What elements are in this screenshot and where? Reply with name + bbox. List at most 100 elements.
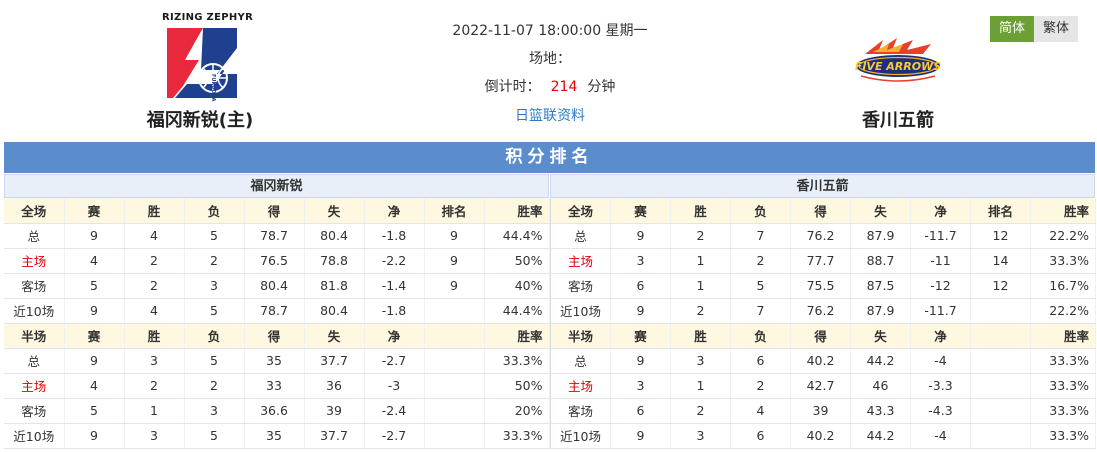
- table-cell: 5: [184, 223, 245, 249]
- home-logo-wordmark: RIZING ZEPHYR: [162, 12, 254, 23]
- table-cell: 39: [790, 398, 851, 424]
- row-label: 近10场: [4, 298, 65, 324]
- table-cell: [970, 423, 1031, 449]
- table-cell: 9: [64, 223, 125, 249]
- away-standings-table: 全场赛胜负得失净排名 胜率总 9 2 7 76.2 87.9 -11.7 12 22.2% 主场 3 1…: [550, 198, 1096, 449]
- column-header: 胜: [670, 323, 731, 349]
- table-cell: -4: [910, 423, 971, 449]
- column-header: 全场: [4, 198, 65, 224]
- table-cell: 3: [610, 373, 671, 399]
- column-header: 得: [244, 198, 305, 224]
- table-cell: 78.8: [304, 248, 365, 274]
- home-half-header-row: 半场赛胜负得失净 胜率: [4, 323, 550, 349]
- table-cell: 80.4: [304, 223, 365, 249]
- table-cell: 75.5: [790, 273, 851, 299]
- countdown-label: 倒计时：: [484, 79, 541, 95]
- column-header: 半场: [4, 323, 65, 349]
- table-cell: -3: [364, 373, 425, 399]
- league-info-link[interactable]: 日篮联资料: [400, 105, 700, 125]
- table-cell: 2: [670, 223, 731, 249]
- column-header: 得: [790, 198, 851, 224]
- match-venue: 场地：: [529, 51, 571, 67]
- table-cell: 33.3%: [484, 348, 550, 374]
- home-team-name[interactable]: 福冈新锐(主): [100, 106, 300, 132]
- table-cell: 37.7: [304, 348, 365, 374]
- table-row: 近10场 9 3 5 35 37.7 -2.7 33.3%: [4, 423, 550, 449]
- table-cell: [424, 423, 485, 449]
- table-cell: 77.7: [790, 248, 851, 274]
- table-cell: 22.2%: [1030, 223, 1096, 249]
- table-cell: 5: [64, 398, 125, 424]
- table-row: 客场 6 1 5 75.5 87.5 -12 12 16.7%: [550, 273, 1096, 299]
- table-cell: 87.9: [850, 298, 911, 324]
- lang-simplified-button[interactable]: 简体: [990, 16, 1034, 42]
- table-cell: -3.3: [910, 373, 971, 399]
- column-header: 负: [730, 198, 791, 224]
- table-cell: 9: [64, 423, 125, 449]
- table-cell: 16.7%: [1030, 273, 1096, 299]
- countdown-unit: 分钟: [587, 79, 616, 95]
- table-cell: 9: [610, 298, 671, 324]
- table-cell: 1: [670, 373, 731, 399]
- table-row: 总 9 3 5 35 37.7 -2.7 33.3%: [4, 348, 550, 374]
- row-label: 近10场: [550, 298, 611, 324]
- table-cell: 2: [184, 248, 245, 274]
- table-cell: 5: [730, 273, 791, 299]
- away-full-header-row: 全场赛胜负得失净排名 胜率: [550, 198, 1096, 224]
- away-team-name[interactable]: 香川五箭: [798, 106, 998, 132]
- table-cell: 2: [184, 373, 245, 399]
- row-label: 客场: [4, 273, 65, 299]
- table-cell: -1.8: [364, 223, 425, 249]
- row-label: 主场: [4, 248, 65, 274]
- row-label: 近10场: [4, 423, 65, 449]
- table-cell: 9: [424, 248, 485, 274]
- table-cell: 44.4%: [484, 298, 550, 324]
- row-label: 主场: [550, 373, 611, 399]
- table-cell: 81.8: [304, 273, 365, 299]
- table-cell: 7: [730, 223, 791, 249]
- table-row: 主场 3 1 2 42.7 46 -3.3 33.3%: [550, 373, 1096, 399]
- table-cell: 12: [970, 273, 1031, 299]
- table-cell: 78.7: [244, 223, 305, 249]
- table-cell: 50%: [484, 248, 550, 274]
- table-cell: 50%: [484, 373, 550, 399]
- table-cell: 9: [610, 423, 671, 449]
- table-row: 客场 5 1 3 36.6 39 -2.4 20%: [4, 398, 550, 424]
- table-row: 总 9 3 6 40.2 44.2 -4 33.3%: [550, 348, 1096, 374]
- row-label: 总: [550, 223, 611, 249]
- column-header: 赛: [610, 323, 671, 349]
- column-header: [424, 323, 485, 349]
- column-header: 胜: [124, 198, 185, 224]
- row-label: 总: [4, 348, 65, 374]
- table-cell: 4: [124, 298, 185, 324]
- row-label: 客场: [550, 398, 611, 424]
- table-cell: 4: [64, 248, 125, 274]
- away-team-logo: FIVE ARROWS: [853, 36, 943, 86]
- column-header: [970, 323, 1031, 349]
- table-cell: 9: [424, 223, 485, 249]
- table-cell: 7: [730, 298, 791, 324]
- table-cell: -2.4: [364, 398, 425, 424]
- table-cell: 2: [730, 248, 791, 274]
- table-cell: [424, 298, 485, 324]
- table-cell: 22.2%: [1030, 298, 1096, 324]
- lang-traditional-button[interactable]: 繁体: [1034, 16, 1078, 42]
- table-cell: 9: [64, 348, 125, 374]
- table-cell: 5: [184, 423, 245, 449]
- table-cell: 33.3%: [1030, 398, 1096, 424]
- column-header: 胜: [670, 198, 731, 224]
- table-cell: 39: [304, 398, 365, 424]
- five-arrows-emblem-icon: FIVE ARROWS: [855, 38, 941, 82]
- column-header: 净: [910, 323, 971, 349]
- table-cell: 33.3%: [1030, 423, 1096, 449]
- table-row: 近10场 9 4 5 78.7 80.4 -1.8 44.4%: [4, 298, 550, 324]
- table-cell: 87.9: [850, 223, 911, 249]
- table-row: 客场 5 2 3 80.4 81.8 -1.4 9 40%: [4, 273, 550, 299]
- match-header: RIZING ZEPHYR FUKUOKA 福冈新锐(主) 2022-11-07…: [0, 0, 1097, 140]
- table-cell: 33.3%: [1030, 348, 1096, 374]
- row-label: 主场: [550, 248, 611, 274]
- table-row: 主场 3 1 2 77.7 88.7 -11 14 33.3%: [550, 248, 1096, 274]
- table-cell: 9: [610, 223, 671, 249]
- table-cell: 40%: [484, 273, 550, 299]
- column-header: 得: [244, 323, 305, 349]
